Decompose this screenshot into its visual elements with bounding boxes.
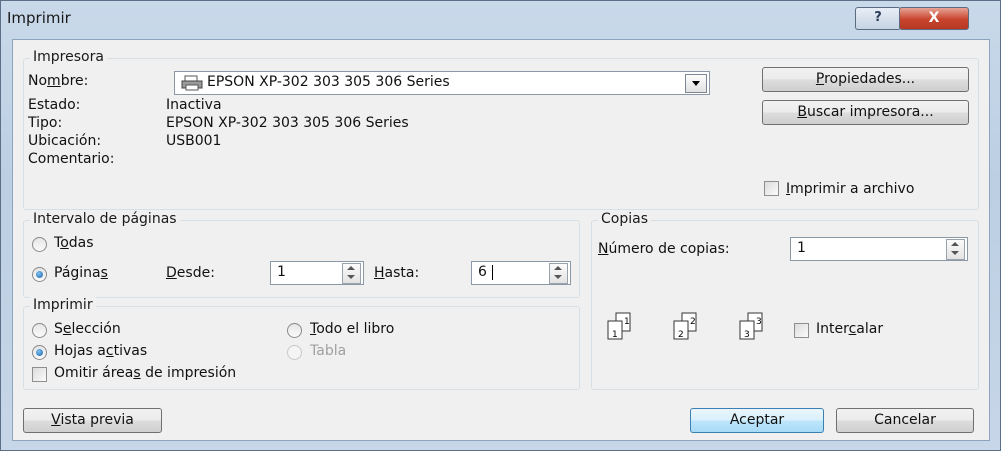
type-value: EPSON XP-302 303 305 306 Series bbox=[166, 115, 409, 131]
print-dialog: Imprimir ? X Impresora Nombre: EPSON XP-… bbox=[0, 0, 1001, 451]
page-range-group-title: Intervalo de páginas bbox=[30, 211, 180, 227]
text-caret bbox=[492, 265, 493, 280]
print-what-group: Imprimir Selección Todo el libro Hojas a… bbox=[23, 297, 580, 390]
to-label: Hasta: bbox=[374, 265, 420, 281]
pages-label: Páginas bbox=[54, 265, 108, 281]
type-label: Tipo: bbox=[28, 115, 63, 131]
location-label: Ubicación: bbox=[28, 133, 102, 149]
chevron-down-icon[interactable] bbox=[685, 74, 707, 93]
dialog-title: Imprimir bbox=[7, 9, 71, 27]
print-to-file-checkbox[interactable] bbox=[764, 181, 779, 196]
collate-front-number: 1 bbox=[612, 330, 618, 340]
copies-group-title: Copias bbox=[598, 211, 651, 227]
close-button[interactable]: X bbox=[899, 7, 969, 30]
pages-radio[interactable] bbox=[32, 267, 47, 282]
find-printer-button[interactable]: Buscar impresora... bbox=[762, 100, 969, 125]
status-label: Estado: bbox=[28, 97, 81, 113]
page-range-group: Intervalo de páginas Todas Páginas Desde… bbox=[23, 211, 580, 298]
collate-back-number: 2 bbox=[690, 317, 696, 327]
from-label: Desde: bbox=[166, 265, 215, 281]
copies-count-label: Número de copias: bbox=[598, 241, 730, 257]
collate-page-icon: 33 bbox=[739, 312, 763, 340]
cancel-button[interactable]: Cancelar bbox=[836, 408, 974, 433]
to-spin-buttons[interactable] bbox=[549, 263, 568, 284]
collate-label: Intercalar bbox=[816, 321, 884, 337]
ignore-print-areas-label: Omitir áreas de impresión bbox=[54, 365, 237, 381]
print-to-file-label: Imprimir a archivo bbox=[786, 181, 915, 197]
print-preview-button[interactable]: Vista previa bbox=[23, 408, 162, 433]
copies-count-value: 1 bbox=[797, 240, 806, 256]
status-value: Inactiva bbox=[166, 97, 222, 113]
collate-page-icon: 11 bbox=[607, 312, 631, 340]
copies-count-spinner[interactable]: 1 bbox=[790, 237, 968, 261]
comment-label: Comentario: bbox=[28, 151, 115, 167]
from-page-spinner[interactable]: 1 bbox=[270, 261, 364, 285]
from-spin-buttons[interactable] bbox=[342, 263, 361, 284]
printer-group: Impresora Nombre: EPSON XP-302 303 305 3… bbox=[23, 49, 979, 210]
copies-spin-buttons[interactable] bbox=[946, 239, 965, 260]
whole-book-label: Todo el libro bbox=[310, 321, 395, 337]
printer-name-value: EPSON XP-302 303 305 306 Series bbox=[207, 74, 450, 90]
title-bar[interactable]: Imprimir ? X bbox=[1, 1, 1000, 35]
selection-radio[interactable] bbox=[32, 323, 47, 338]
location-value: USB001 bbox=[166, 133, 222, 149]
ignore-print-areas-checkbox[interactable] bbox=[32, 367, 47, 382]
active-sheets-radio[interactable] bbox=[32, 345, 47, 360]
collate-checkbox[interactable] bbox=[794, 323, 809, 338]
all-pages-radio[interactable] bbox=[32, 237, 47, 252]
print-what-group-title: Imprimir bbox=[30, 297, 96, 313]
to-page-spinner[interactable]: 6 bbox=[471, 261, 571, 285]
ok-button[interactable]: Aceptar bbox=[690, 408, 824, 433]
printer-name-select[interactable]: EPSON XP-302 303 305 306 Series bbox=[174, 71, 710, 95]
table-label: Tabla bbox=[310, 343, 347, 359]
table-radio bbox=[287, 345, 302, 360]
collate-back-number: 3 bbox=[756, 317, 762, 327]
all-pages-label: Todas bbox=[54, 235, 94, 251]
help-button[interactable]: ? bbox=[855, 7, 901, 30]
properties-button[interactable]: Propiedades... bbox=[762, 67, 969, 92]
dialog-body: Impresora Nombre: EPSON XP-302 303 305 3… bbox=[12, 39, 990, 441]
collate-front-number: 2 bbox=[678, 330, 684, 340]
printer-name-label: Nombre: bbox=[28, 73, 89, 89]
whole-book-radio[interactable] bbox=[287, 323, 302, 338]
selection-label: Selección bbox=[54, 321, 121, 337]
collate-back-number: 1 bbox=[624, 317, 630, 327]
to-page-value: 6 bbox=[478, 264, 487, 280]
active-sheets-label: Hojas activas bbox=[54, 343, 148, 359]
printer-group-title: Impresora bbox=[30, 49, 107, 65]
collate-page-icon: 22 bbox=[673, 312, 697, 340]
printer-icon bbox=[181, 75, 203, 91]
collate-front-number: 3 bbox=[744, 330, 750, 340]
copies-group: Copias Número de copias: 1 112233 Interc… bbox=[591, 211, 979, 390]
from-page-value: 1 bbox=[277, 264, 286, 280]
